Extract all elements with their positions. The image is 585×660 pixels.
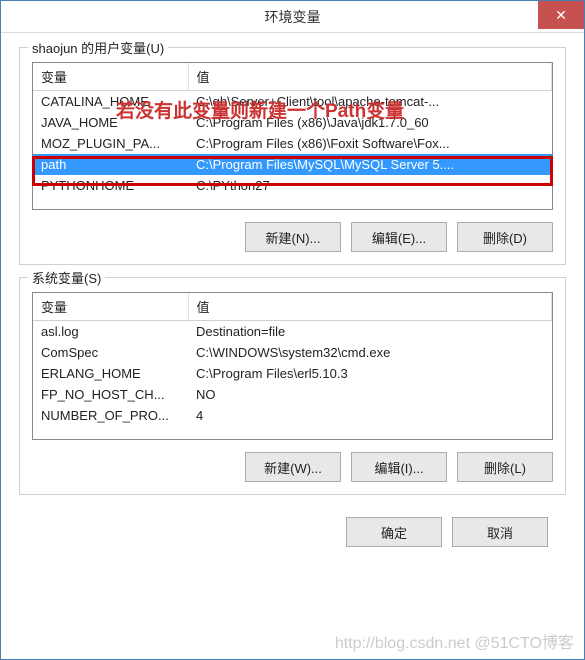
- titlebar: 环境变量 ✕: [1, 1, 584, 33]
- system-vars-group: 系统变量(S) 变量 值 asl.log Destination=file: [19, 277, 566, 495]
- close-button[interactable]: ✕: [538, 1, 584, 29]
- system-vars-table-wrap[interactable]: 变量 值 asl.log Destination=file ComSpec C:…: [32, 292, 553, 440]
- user-vars-label: shaojun 的用户变量(U): [28, 38, 168, 57]
- system-header-val[interactable]: 值: [188, 293, 552, 321]
- table-row[interactable]: MOZ_PLUGIN_PA... C:\Program Files (x86)\…: [33, 133, 552, 154]
- table-row[interactable]: ComSpec C:\WINDOWS\system32\cmd.exe: [33, 342, 552, 363]
- user-vars-table: 变量 值 CATALINA_HOME C:\gh\Server+Client\t…: [33, 63, 552, 196]
- table-row-selected[interactable]: path C:\Program Files\MySQL\MySQL Server…: [33, 154, 552, 175]
- close-icon: ✕: [555, 7, 567, 24]
- env-vars-dialog: 环境变量 ✕ shaojun 的用户变量(U) 若没有此变量则新建一个Path变…: [0, 0, 585, 660]
- user-vars-group: shaojun 的用户变量(U) 若没有此变量则新建一个Path变量 变量 值 …: [19, 47, 566, 265]
- user-edit-button[interactable]: 编辑(E)...: [351, 222, 447, 252]
- table-row[interactable]: JAVA_HOME C:\Program Files (x86)\Java\jd…: [33, 112, 552, 133]
- system-new-button[interactable]: 新建(W)...: [245, 452, 341, 482]
- user-vars-buttons: 新建(N)... 编辑(E)... 删除(D): [32, 222, 553, 252]
- dialog-footer: 确定 取消: [19, 507, 566, 561]
- table-row[interactable]: PYTHONHOME C:\PYthon27: [33, 175, 552, 196]
- user-header-val[interactable]: 值: [188, 63, 552, 91]
- ok-button[interactable]: 确定: [346, 517, 442, 547]
- system-edit-button[interactable]: 编辑(I)...: [351, 452, 447, 482]
- user-vars-table-wrap[interactable]: 变量 值 CATALINA_HOME C:\gh\Server+Client\t…: [32, 62, 553, 210]
- system-vars-buttons: 新建(W)... 编辑(I)... 删除(L): [32, 452, 553, 482]
- system-vars-table: 变量 值 asl.log Destination=file ComSpec C:…: [33, 293, 552, 426]
- table-row[interactable]: NUMBER_OF_PRO... 4: [33, 405, 552, 426]
- user-new-button[interactable]: 新建(N)...: [245, 222, 341, 252]
- table-row[interactable]: CATALINA_HOME C:\gh\Server+Client\tool\a…: [33, 91, 552, 113]
- user-delete-button[interactable]: 删除(D): [457, 222, 553, 252]
- dialog-title: 环境变量: [265, 7, 321, 27]
- table-row[interactable]: FP_NO_HOST_CH... NO: [33, 384, 552, 405]
- table-row[interactable]: asl.log Destination=file: [33, 321, 552, 343]
- table-row[interactable]: ERLANG_HOME C:\Program Files\erl5.10.3: [33, 363, 552, 384]
- system-delete-button[interactable]: 删除(L): [457, 452, 553, 482]
- system-header-var[interactable]: 变量: [33, 293, 188, 321]
- system-vars-label: 系统变量(S): [28, 268, 105, 287]
- cancel-button[interactable]: 取消: [452, 517, 548, 547]
- user-header-var[interactable]: 变量: [33, 63, 188, 91]
- dialog-content: shaojun 的用户变量(U) 若没有此变量则新建一个Path变量 变量 值 …: [1, 33, 584, 659]
- watermark: http://blog.csdn.net @51CTO博客: [101, 629, 574, 653]
